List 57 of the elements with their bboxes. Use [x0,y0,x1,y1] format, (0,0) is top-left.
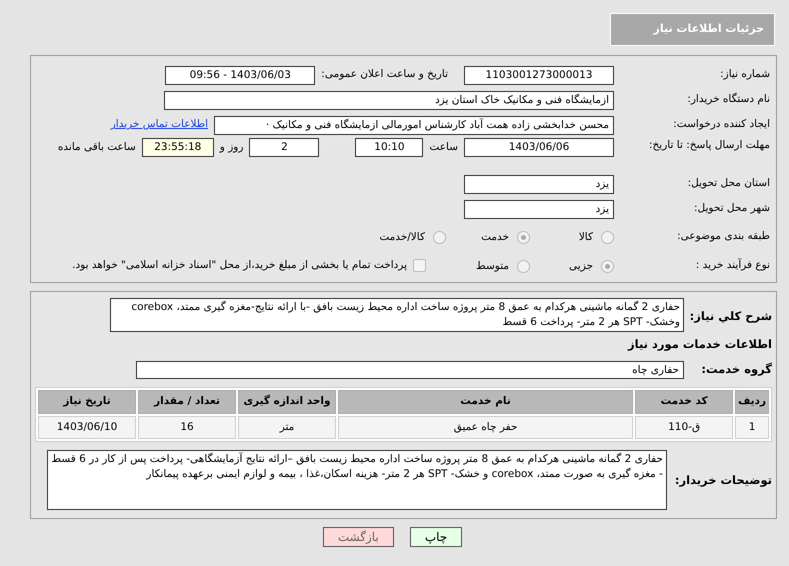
input-field[interactable]: حفاری چاه [136,360,684,379]
checkbox[interactable] [413,259,426,272]
field-label: روز و [220,140,244,155]
radio-button[interactable] [517,260,530,273]
column-header: کد خدمت [635,390,734,414]
column-header: تاریخ نیاز [38,390,136,414]
field-label: نوع فرآیند خرید : [694,258,770,273]
table-cell: متر [238,416,336,440]
option-label: کالا/خدمت [379,230,425,245]
column-header: واحد اندازه گیری [238,390,336,414]
checkbox-label: پرداخت تمام یا بخشی از مبلغ خرید،از محل "اسناد خزانه اسلامی" خواهد بود. [72,258,407,273]
contact-link[interactable]: اطلاعات تماس خریدار [110,117,208,133]
radio-button[interactable] [433,231,446,244]
field-label: ایجاد کننده درخواست: [672,117,770,132]
input-field[interactable]: 2 [249,138,320,156]
option-label: خدمت [481,230,509,245]
input-field[interactable]: 1403/06/06 [464,138,614,156]
field-label: استان محل تحویل: [686,176,770,192]
option-label: جزیی [569,258,593,274]
field-label: گروه خدمت: [700,361,772,378]
section-heading: اطلاعات خدمات مورد نیاز [626,336,772,353]
column-header: نام خدمت [338,390,634,414]
radio-button[interactable] [601,231,614,244]
field-label: نام دستگاه خریدار: [686,92,770,108]
field-label: شهر محل تحویل: [693,201,770,216]
page-title: جزئیات اطلاعات نیاز [610,13,775,46]
field-label: شرح کلي نياز: [692,308,772,325]
field-label: مهلت ارسال پاسخ: تا تاریخ: [648,138,770,153]
field-label: طبقه بندی موضوعی: [676,228,770,244]
option-label: کالا [578,230,593,245]
field-label: تاریخ و ساعت اعلان عمومی: [321,67,448,82]
column-header: ردیف [735,390,769,414]
table-cell: ق-110 [635,416,734,440]
column-header: تعداد / مقدار [138,390,236,414]
input-field[interactable]: 10:10 [355,138,424,156]
radio-button[interactable] [601,260,614,273]
input-field[interactable]: یزد [464,174,614,194]
back-button[interactable]: بازگشت [322,527,394,548]
input-field[interactable]: یزد [464,200,614,218]
input-field[interactable]: 1103001273000013 [464,66,614,84]
input-field[interactable]: محسن خدابخشی زاده همت آباد کارشناس امورمالی ازمایشگاه فنی و مکانیک · [214,116,614,134]
table-cell: 1 [735,416,769,440]
option-label: متوسط [476,258,509,274]
text-area[interactable]: حفاری 2 گمانه ماشینی هرکدام به عمق 8 متر پروژه ساخت اداره محیط زیست بافق –ارائه نتایج آزمایشگاهی- پرداخت پس از کار در 6 قسط - مغزه گیری به صورت ممتد، corebox و خشک- SPT هر 2 متر- هزینه اسکان،غذا ، بیمه و لوازم ایمنی برعهده پیمانکار [46,450,667,510]
input-field[interactable]: ازمایشگاه فنی و مکانیک خاک استان یزد [164,90,614,110]
radio-button[interactable] [517,231,530,244]
field-label: شماره نیاز: [719,67,770,82]
field-label: ساعت [429,140,458,154]
table-cell: 16 [138,416,236,440]
text-area[interactable]: حفاری 2 گمانه ماشینی هرکدام به عمق 8 متر پروژه ساخت اداره محیط زیست بافق -با ارائه نتایج-مغزه گیری ممتد، corebox وخشک- SPT هر 2 متر- پرداخت 6 قسط [110,298,684,332]
input-field[interactable]: 1403/06/03 - 09:56 [165,66,316,84]
table-cell: حفر چاه عمیق [338,416,634,440]
field-label: ساعت باقی مانده [58,140,136,154]
table-cell: 1403/06/10 [38,416,136,440]
input-field[interactable]: 23:55:18 [142,138,214,156]
print-button[interactable]: چاپ [410,527,462,548]
field-label: توضیحات خریدار: [674,472,772,489]
